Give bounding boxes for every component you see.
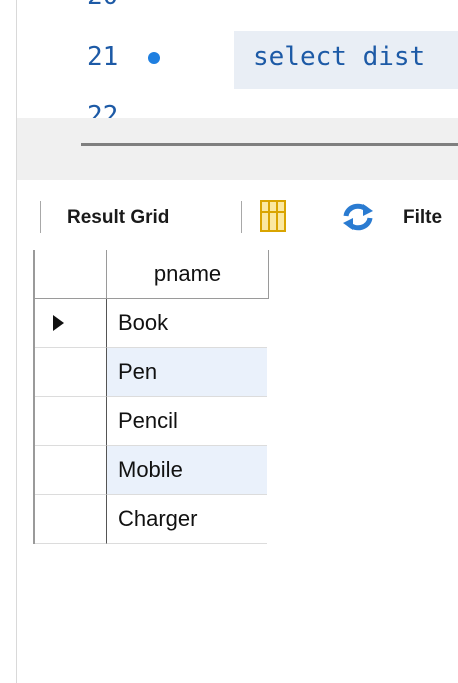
panel-splitter[interactable] <box>17 118 458 180</box>
table-cell[interactable]: Pen <box>107 348 267 397</box>
table-cell[interactable]: Pencil <box>107 397 267 446</box>
result-toolbar: Result Grid Filte <box>17 180 458 248</box>
current-row-pointer-icon <box>53 315 64 331</box>
table-row[interactable]: Book <box>35 299 269 348</box>
table-cell[interactable]: Book <box>107 299 267 348</box>
row-selector[interactable] <box>35 495 107 544</box>
result-grid-tab[interactable]: Result Grid <box>67 207 169 229</box>
grid-header-row: pname <box>35 250 269 299</box>
column-header-pname[interactable]: pname <box>107 250 269 299</box>
table-cell[interactable]: Charger <box>107 495 267 544</box>
result-grid[interactable]: pname Book Pen Pencil Mobile Charger <box>33 250 269 544</box>
row-selector[interactable] <box>35 446 107 495</box>
line-number: 21 <box>87 42 119 72</box>
row-header-corner[interactable] <box>35 250 107 299</box>
refresh-icon[interactable] <box>341 202 375 232</box>
form-grid-icon[interactable] <box>260 200 286 232</box>
sql-editor[interactable]: 20 21 select dist 22 <box>17 0 458 118</box>
next-line-number: 22 <box>87 101 119 118</box>
table-row[interactable]: Pencil <box>35 397 269 446</box>
table-row[interactable]: Pen <box>35 348 269 397</box>
code-text[interactable]: select dist <box>253 42 425 72</box>
table-row[interactable]: Charger <box>35 495 269 544</box>
window-left-edge <box>0 0 17 683</box>
editor-line[interactable]: 21 select dist <box>17 31 458 89</box>
filter-rows-label[interactable]: Filte <box>403 207 442 229</box>
splitter-handle[interactable] <box>81 143 458 146</box>
row-selector[interactable] <box>35 397 107 446</box>
row-selector[interactable] <box>35 348 107 397</box>
previous-line-number: 20 <box>87 0 118 11</box>
table-cell[interactable]: Mobile <box>107 446 267 495</box>
statement-marker-icon[interactable] <box>148 52 160 64</box>
toolbar-divider <box>241 201 242 233</box>
row-selector[interactable] <box>35 299 107 348</box>
toolbar-divider <box>40 201 41 233</box>
table-row[interactable]: Mobile <box>35 446 269 495</box>
